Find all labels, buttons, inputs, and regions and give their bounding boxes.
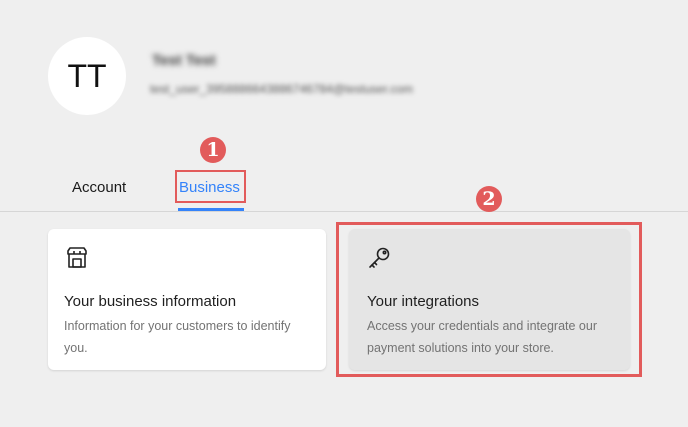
step-2-highlight (336, 222, 642, 377)
card-description: Information for your customers to identi… (64, 319, 291, 355)
tabs-divider (0, 211, 688, 212)
store-icon (64, 245, 90, 271)
tab-account[interactable]: Account (72, 179, 126, 196)
user-name: Test Test (152, 52, 216, 69)
step-1-badge: 1 (200, 137, 226, 163)
business-information-card[interactable]: Your business information Information fo… (48, 229, 326, 370)
tab-business[interactable]: Business (179, 179, 240, 196)
avatar: TT (48, 37, 126, 115)
user-email: test_user_3958886643886746784@testuser.c… (150, 82, 414, 96)
card-title: Your business information (64, 293, 237, 310)
step-2-badge: 2 (476, 186, 502, 212)
